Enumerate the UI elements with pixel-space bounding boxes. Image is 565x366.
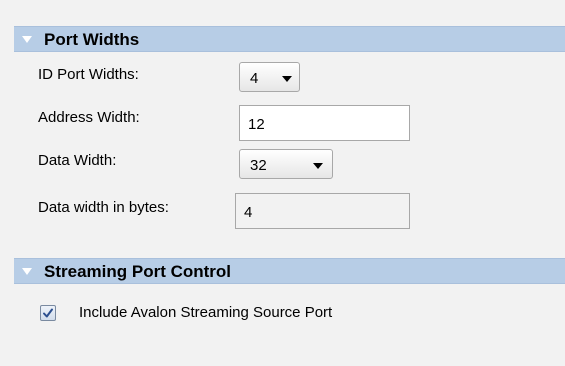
chevron-down-icon [282, 76, 292, 82]
collapse-triangle-icon[interactable] [22, 268, 32, 275]
data-width-bytes-label: Data width in bytes: [38, 199, 169, 216]
id-port-widths-label: ID Port Widths: [38, 66, 139, 83]
chevron-down-icon [313, 163, 323, 169]
section-header-streaming-port-control[interactable]: Streaming Port Control [14, 258, 565, 284]
address-width-label: Address Width: [38, 109, 140, 126]
parameter-panel: Port Widths ID Port Widths: 4 Address Wi… [0, 0, 565, 366]
data-width-label: Data Width: [38, 152, 117, 169]
input-value: 12 [248, 116, 265, 133]
id-port-widths-dropdown[interactable]: 4 [239, 62, 300, 92]
address-width-input[interactable]: 12 [239, 105, 410, 141]
field-value: 4 [244, 204, 253, 221]
section-title: Port Widths [44, 30, 140, 49]
collapse-triangle-icon[interactable] [22, 36, 32, 43]
data-width-dropdown[interactable]: 32 [239, 149, 333, 179]
include-source-checkbox[interactable] [40, 305, 56, 321]
dropdown-value: 4 [250, 70, 259, 87]
section-header-port-widths[interactable]: Port Widths [14, 26, 565, 52]
section-title: Streaming Port Control [44, 262, 232, 281]
include-source-label[interactable]: Include Avalon Streaming Source Port [79, 304, 332, 321]
data-width-bytes-field: 4 [235, 193, 410, 229]
dropdown-value: 32 [250, 157, 267, 174]
checkmark-icon [43, 308, 53, 318]
